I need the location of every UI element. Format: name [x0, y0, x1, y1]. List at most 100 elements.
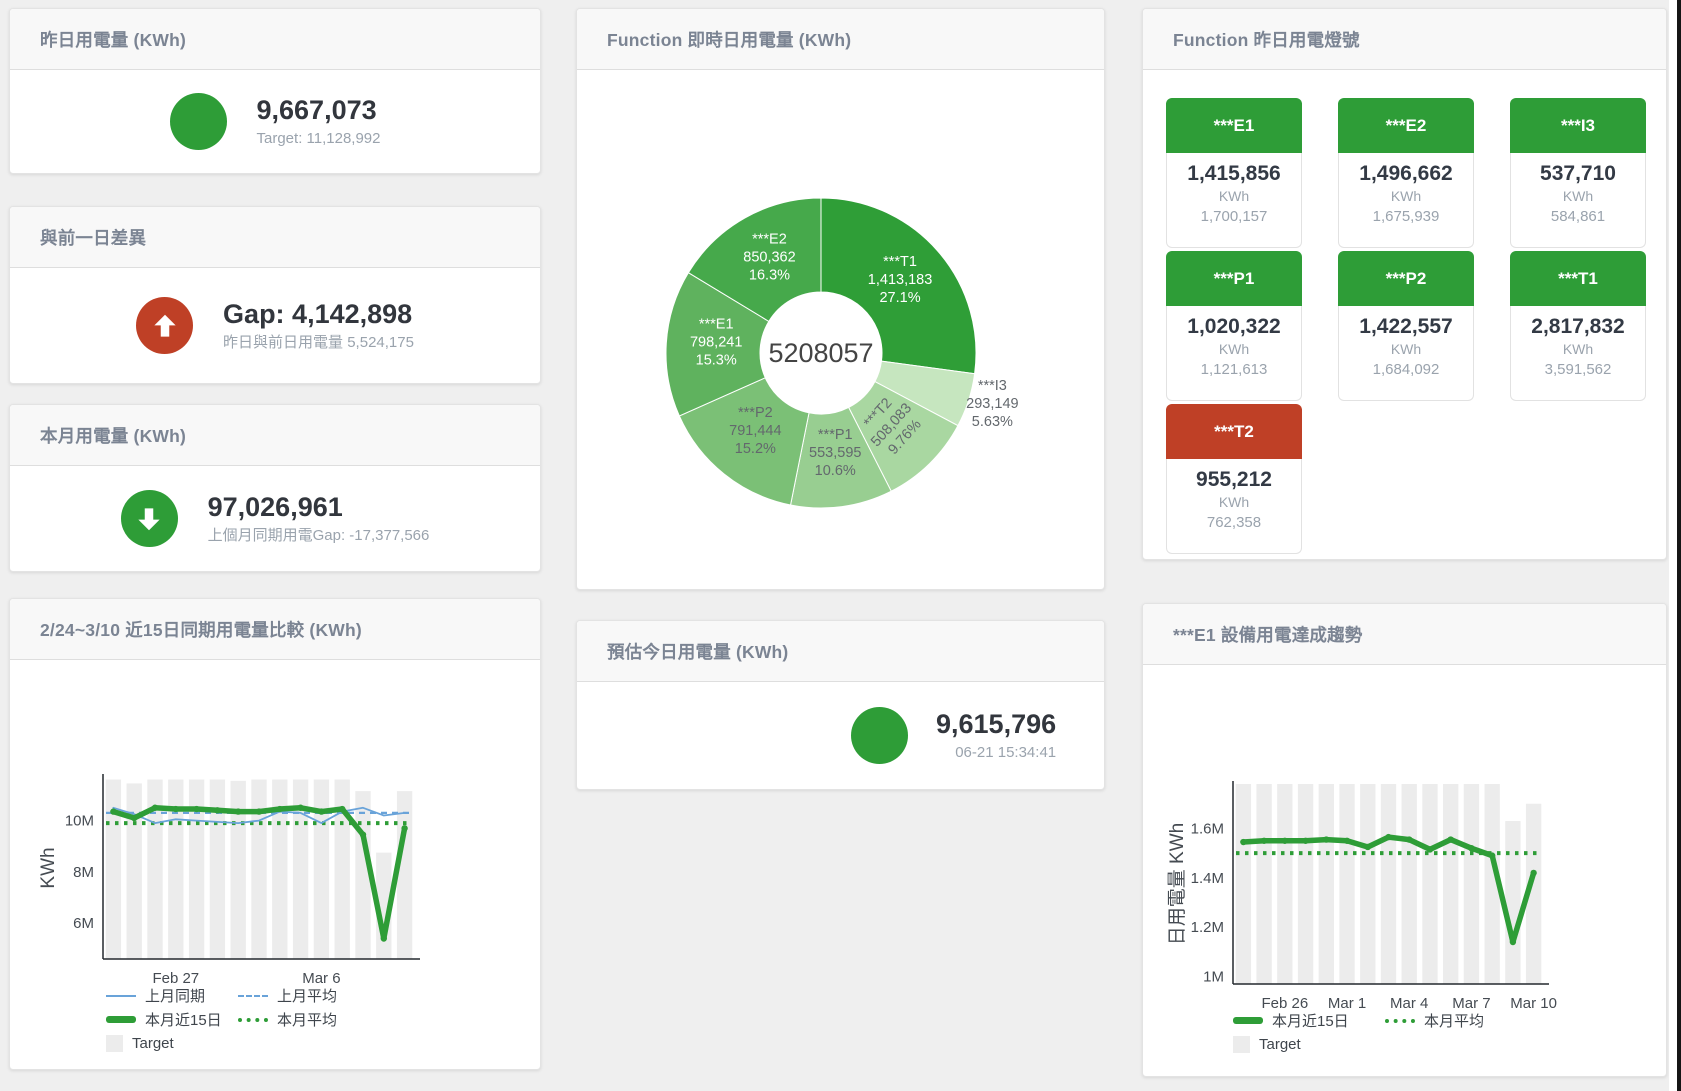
legend-item[interactable]: Target: [1233, 1034, 1385, 1055]
tile-name: ***E2: [1338, 98, 1474, 153]
legend-label: Target: [1259, 1036, 1301, 1053]
gap-sub: 昨日與前日用電量 5,524,175: [223, 332, 414, 354]
tile-name: ***I3: [1510, 98, 1646, 153]
tile-body: 955,212KWh762,358: [1166, 459, 1302, 554]
page-edge: [1669, 0, 1677, 1091]
panel-header: ***E1 設備用電達成趨勢: [1143, 604, 1666, 665]
tile-unit: KWh: [1167, 340, 1301, 359]
yesterday-value: 9,667,073: [257, 94, 381, 128]
realtime-usage-donut-chart[interactable]: ***T11,413,18327.1%***I3293,1495.63%***T…: [577, 70, 1104, 589]
tile-name: ***T1: [1510, 251, 1646, 306]
legend-swatch-icon: [1385, 1019, 1415, 1023]
legend-label: 本月近15日: [145, 1009, 222, 1030]
panel-header: 昨日用電量 (KWh): [10, 9, 540, 70]
tile-name: ***T2: [1166, 404, 1302, 459]
status-tile: ***E11,415,856KWh1,700,157: [1166, 98, 1302, 242]
tile-value: 1,415,856: [1167, 160, 1301, 187]
legend-item[interactable]: 本月平均: [238, 1009, 337, 1030]
tile-target-value: 1,121,613: [1167, 359, 1301, 380]
panel-title: 昨日用電量 (KWh): [40, 27, 186, 52]
panel-compare-15day: 2/24~3/10 近15日同期用電量比較 (KWh) 6M8M10MFeb 2…: [9, 598, 541, 1070]
tile-value: 1,422,557: [1339, 313, 1473, 340]
panel-title: 預估今日用電量 (KWh): [607, 639, 788, 664]
gap-value: Gap: 4,142,898: [223, 298, 414, 332]
legend-swatch-icon: [238, 995, 268, 997]
legend-item[interactable]: 上月同期: [106, 985, 238, 1006]
tile-unit: KWh: [1167, 493, 1301, 512]
legend-swatch-icon: [1233, 1036, 1250, 1053]
panel-title: 本月用電量 (KWh): [40, 423, 186, 448]
month-gap-sub: 上個月同期用電Gap: -17,377,566: [208, 525, 430, 547]
tile-value: 1,496,662: [1339, 160, 1473, 187]
tile-unit: KWh: [1511, 340, 1645, 359]
panel-yesterday-status-lights: Function 昨日用電燈號 ***E11,415,856KWh1,700,1…: [1142, 8, 1667, 560]
donut-slice-label: ***I3293,1495.63%: [966, 378, 1018, 430]
panel-title: 與前一日差異: [40, 225, 146, 250]
tile-name: ***P2: [1338, 251, 1474, 306]
tile-body: 537,710KWh584,861: [1510, 153, 1646, 248]
panel-header: 本月用電量 (KWh): [10, 405, 540, 466]
legend-swatch-icon: [238, 1018, 268, 1022]
chart-legend: 上月同期 上月平均本月近15日本月平均 Target: [106, 985, 337, 1054]
status-tile: ***P1 1,020,322KWh1,121,613: [1166, 251, 1302, 395]
legend-label: Target: [132, 1035, 174, 1052]
panel-today-estimate: 預估今日用電量 (KWh) 9,615,796 06-21 15:34:41: [576, 620, 1105, 790]
svg-text:8M: 8M: [73, 864, 94, 881]
svg-text:1.6M: 1.6M: [1191, 820, 1224, 837]
arrow-down-icon: [121, 490, 178, 547]
legend-swatch-icon: [106, 1016, 136, 1023]
scrollbar[interactable]: [1677, 0, 1681, 1091]
tile-name: ***E1: [1166, 98, 1302, 153]
legend-item[interactable]: 上月平均: [238, 985, 337, 1006]
panel-header: Function 即時日用電量 (KWh): [577, 9, 1104, 70]
legend-item[interactable]: 本月平均: [1385, 1010, 1484, 1031]
svg-text:1M: 1M: [1203, 969, 1224, 986]
panel-header: 與前一日差異: [10, 207, 540, 268]
legend-item[interactable]: 本月近15日: [1233, 1010, 1385, 1031]
tile-body: 1,415,856KWh1,700,157: [1166, 153, 1302, 248]
today-estimate-timestamp: 06-21 15:34:41: [936, 742, 1056, 764]
tile-body: 1,422,557KWh1,684,092: [1338, 306, 1474, 401]
tile-target-value: 3,591,562: [1511, 359, 1645, 380]
month-value: 97,026,961: [208, 491, 430, 525]
tile-body: 2,817,832KWh3,591,562: [1510, 306, 1646, 401]
panel-header: 預估今日用電量 (KWh): [577, 621, 1104, 682]
legend-swatch-icon: [106, 995, 136, 997]
status-tile: ***T12,817,832KWh3,591,562: [1510, 251, 1646, 395]
legend-swatch-icon: [1233, 1017, 1263, 1024]
legend-label: 本月近15日: [1272, 1010, 1349, 1031]
status-tile: ***I3537,710KWh584,861: [1510, 98, 1646, 242]
panel-e1-trend: ***E1 設備用電達成趨勢 1M1.2M1.4M1.6MFeb 26Mar 1…: [1142, 603, 1667, 1077]
today-estimate-value: 9,615,796: [936, 708, 1056, 742]
status-tile: ***T2955,212KWh762,358: [1166, 404, 1302, 548]
status-circle-icon: [170, 93, 227, 150]
legend-label: 上月平均: [277, 985, 337, 1006]
panel-yesterday-usage: 昨日用電量 (KWh) 9,667,073 Target: 11,128,992: [9, 8, 541, 174]
panel-title: Function 即時日用電量 (KWh): [607, 27, 851, 52]
svg-text:1.2M: 1.2M: [1191, 919, 1224, 936]
status-tile: ***E21,496,662KWh1,675,939: [1338, 98, 1474, 242]
legend-item[interactable]: 本月近15日: [106, 1009, 238, 1030]
tile-unit: KWh: [1167, 187, 1301, 206]
panel-header: Function 昨日用電燈號: [1143, 9, 1666, 70]
status-circle-icon: [851, 707, 908, 764]
status-tile: ***P21,422,557KWh1,684,092: [1338, 251, 1474, 395]
panel-gap-prev-day: 與前一日差異 Gap: 4,142,898 昨日與前日用電量 5,524,175: [9, 206, 541, 384]
dashboard: 昨日用電量 (KWh) 9,667,073 Target: 11,128,992…: [0, 0, 1681, 1091]
svg-text:Mar 10: Mar 10: [1510, 995, 1557, 1012]
legend-item[interactable]: Target: [106, 1033, 238, 1054]
panel-title: ***E1 設備用電達成趨勢: [1173, 622, 1363, 647]
tile-unit: KWh: [1511, 187, 1645, 206]
svg-text:1.4M: 1.4M: [1191, 870, 1224, 887]
legend-label: 本月平均: [1424, 1010, 1484, 1031]
tile-body: 1,020,322KWh1,121,613: [1166, 306, 1302, 401]
legend-label: 上月同期: [145, 985, 205, 1006]
tile-unit: KWh: [1339, 187, 1473, 206]
svg-text:日用電量 KWh: 日用電量 KWh: [1167, 823, 1188, 945]
tile-value: 1,020,322: [1167, 313, 1301, 340]
tile-value: 537,710: [1511, 160, 1645, 187]
svg-text:6M: 6M: [73, 915, 94, 932]
tile-name: ***P1: [1166, 251, 1302, 306]
tile-value: 955,212: [1167, 466, 1301, 493]
tile-unit: KWh: [1339, 340, 1473, 359]
